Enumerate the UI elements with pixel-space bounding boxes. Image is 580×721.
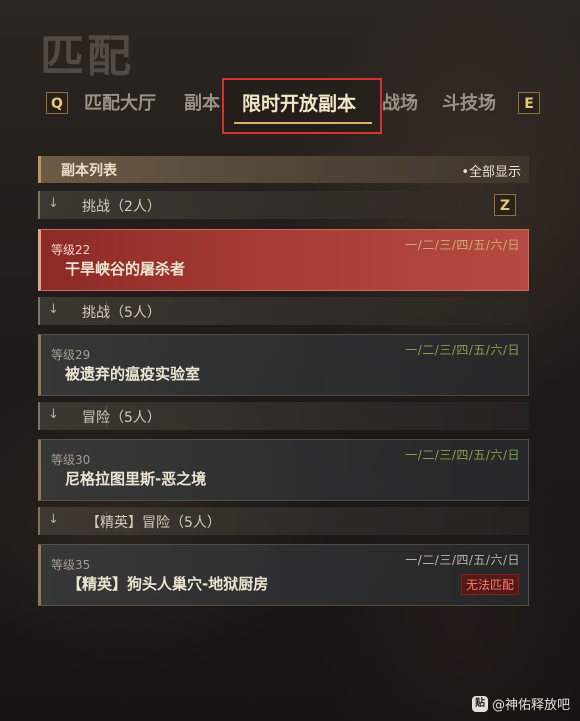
collapse-arrow-icon: ↓ [48,407,59,422]
page-title: 匹配 [40,31,134,82]
card-days: 一/二/三/四/五/六/日 [405,553,520,567]
tieba-logo-icon: 贴 [471,695,488,712]
group-challenge-2[interactable]: ↓ 挑战（2人） Z [38,191,529,219]
tab-dungeon[interactable]: 副本 [184,89,220,115]
tab-arena[interactable]: 斗技场 [442,89,496,115]
dungeon-card[interactable]: 等级35 【精英】狗头人巢穴-地狱厨房 一/二/三/四/五/六/日 无法匹配 [38,544,529,606]
group-elite-adventure-5[interactable]: ↓ 【精英】冒险（5人） [38,507,529,535]
tab-limited-dungeon[interactable]: 限时开放副本 [242,89,356,116]
card-level: 等级30 [51,453,91,467]
tab-bar: Q 匹配大厅 副本 限时开放副本 战场 斗技场 E [44,84,554,124]
card-level: 等级22 [51,243,91,257]
card-days: 一/二/三/四/五/六/日 [405,343,520,357]
group-label: 挑战（2人） [82,199,161,215]
watermark: 贴 @神佑释放吧 [471,694,570,713]
card-level: 等级35 [51,558,91,572]
dungeon-card-selected[interactable]: 等级22 干旱峡谷的屠杀者 一/二/三/四/五/六/日 [38,229,529,291]
active-tab-underline [234,122,372,124]
card-name: 被遗弃的瘟疫实验室 [65,365,201,383]
watermark-text: @神佑释放吧 [491,698,570,713]
z-key-hint[interactable]: Z [494,194,516,216]
collapse-arrow-icon: ↓ [48,302,59,317]
group-label: 冒险（5人） [82,410,161,426]
dungeon-card[interactable]: 等级29 被遗弃的瘟疫实验室 一/二/三/四/五/六/日 [38,334,529,396]
dungeon-card[interactable]: 等级30 尼格拉图里斯-恶之境 一/二/三/四/五/六/日 [38,439,529,501]
show-all-toggle[interactable]: •全部显示 [461,161,521,180]
tab-matching-hall[interactable]: 匹配大厅 [84,89,156,115]
card-name: 【精英】狗头人巢穴-地狱厨房 [67,575,269,593]
q-key-hint[interactable]: Q [46,92,68,114]
collapse-arrow-icon: ↓ [48,196,59,211]
card-name: 尼格拉图里斯-恶之境 [65,470,207,488]
list-header: 副本列表 •全部显示 [38,156,529,183]
e-key-hint[interactable]: E [518,92,540,114]
group-adventure-5[interactable]: ↓ 冒险（5人） [38,402,529,430]
collapse-arrow-icon: ↓ [48,512,59,527]
group-label: 挑战（5人） [82,305,161,321]
list-header-label: 副本列表 [61,163,117,179]
unavailable-badge: 无法匹配 [460,574,519,595]
card-days: 一/二/三/四/五/六/日 [405,448,520,462]
card-name: 干旱峡谷的屠杀者 [65,260,186,278]
card-level: 等级29 [51,348,91,362]
group-challenge-5[interactable]: ↓ 挑战（5人） [38,297,529,325]
tab-battlefield[interactable]: 战场 [382,89,418,115]
card-days: 一/二/三/四/五/六/日 [405,238,520,252]
group-label: 【精英】冒险（5人） [86,515,221,531]
